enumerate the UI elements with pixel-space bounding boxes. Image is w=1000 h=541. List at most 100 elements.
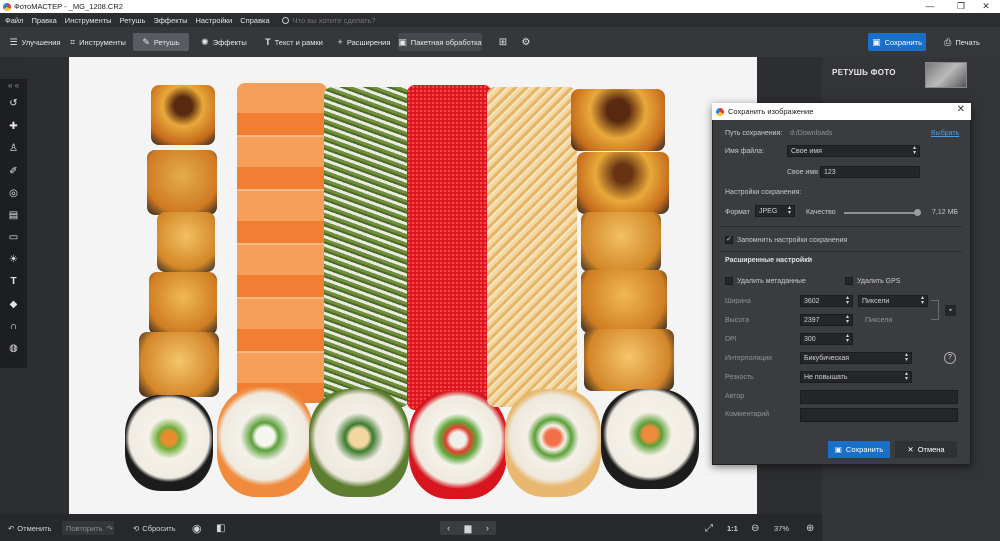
collapse-rail-icon[interactable]: « « [0,81,27,90]
format-select[interactable]: JPEG ▴ ▾ [755,205,795,217]
chevron-up-icon[interactable]: ⌃ [806,256,812,264]
width-input[interactable]: 3602 ▴ ▾ [800,295,853,307]
baked-roll [584,329,674,391]
photo-canvas[interactable] [69,57,757,514]
baked-roll [157,212,215,272]
healing-brush-icon[interactable]: ✚ [0,121,27,132]
sharpness-select[interactable]: Не повышать ▴ ▾ [800,371,912,383]
baked-roll [139,332,219,397]
custom-name-input[interactable]: 123 [820,166,920,178]
recover-tool-icon[interactable]: ↺ [0,98,27,109]
menu-file[interactable]: Файл [5,16,23,25]
menu-edit[interactable]: Правка [31,16,56,25]
fit-screen-icon[interactable]: ⤢ [705,521,713,535]
layer-settings-icon[interactable]: ⚙ [516,33,536,51]
folder-icon[interactable]: ▆ [465,523,472,534]
maki-roll [309,389,409,497]
panel-header-image [925,62,967,88]
text-tool-icon[interactable]: T [0,276,27,287]
tab-text-frames[interactable]: T Текст и рамки [258,33,330,51]
prev-file-icon[interactable]: ‹ [447,523,450,533]
menu-settings[interactable]: Настройки [195,16,232,25]
tab-effects[interactable]: ✺ Эффекты [194,33,254,51]
dialog-save-button[interactable]: ▣ Сохранить [828,441,890,458]
mask-tool-icon[interactable]: ◍ [0,343,27,354]
remember-settings-checkbox[interactable]: ✓ [725,236,733,244]
units-select[interactable]: Пиксели ▴ ▾ [858,295,928,307]
remove-metadata-checkbox[interactable] [725,277,733,285]
advanced-settings-header[interactable]: Расширенные настройки [725,257,812,264]
file-name-select[interactable]: Свое имя ▴ ▾ [787,145,920,157]
print-button[interactable]: ⎙ Печать [933,33,991,51]
tab-tools[interactable]: ⌗ Инструменты [66,33,130,51]
author-input[interactable] [800,390,958,404]
dpi-input[interactable]: 300 ▴ ▾ [800,333,853,345]
tab-improvements[interactable]: ☰ Улучшения [6,33,64,51]
preview-eye-icon[interactable]: ◉ [192,521,202,535]
tab-extensions[interactable]: + Расширения [333,33,395,51]
remove-gps-checkbox[interactable] [845,277,853,285]
light-tool-icon[interactable]: ☀ [0,254,27,265]
vignette-icon[interactable]: ▭ [0,232,27,243]
baked-roll [571,89,665,151]
text-icon: T [265,37,271,47]
next-file-icon[interactable]: › [486,523,489,533]
comment-input[interactable] [800,408,958,422]
stepper-icon[interactable]: ▴ ▾ [846,333,849,344]
close-dialog-icon[interactable]: ✕ [957,104,965,115]
redo-button[interactable]: Повторить ↷ [62,521,114,535]
magnet-tool-icon[interactable]: ∩ [0,321,27,332]
width-label: Ширина [725,298,751,305]
crop-icon: ⌗ [70,36,76,47]
add-layer-icon[interactable]: ⊞ [493,33,513,51]
maki-roll [217,387,313,497]
save-path-value: d:/Downloads [790,130,833,137]
stepper-icon[interactable]: ▴ ▾ [846,314,849,325]
dpi-label: DPI [725,336,737,343]
tempura-roll-row [487,87,577,407]
retouch-tool-rail: « « ↺ ✚ ♙ ✐ ◎ ▤ ▭ ☀ T ◆ ∩ ◍ [0,79,27,368]
maki-roll [409,391,507,499]
interpolation-select[interactable]: Бикубическая ▴ ▾ [800,352,912,364]
tab-retouch[interactable]: ✎ Ретушь [133,33,189,51]
brush-tool-icon[interactable]: ✐ [0,166,27,177]
height-input[interactable]: 2397 ▴ ▾ [800,314,853,326]
gradient-filter-icon[interactable]: ▤ [0,210,27,221]
slider-knob[interactable] [914,209,921,216]
help-icon[interactable]: ? [944,352,956,364]
batch-processing-button[interactable]: ▣ Пакетная обработка [398,33,482,51]
minimize-button[interactable]: — [916,0,944,13]
menu-tools[interactable]: Инструменты [65,16,112,25]
zoom-in-icon[interactable]: ⊕ [806,521,814,535]
stamp-tool-icon[interactable]: ♙ [0,143,27,154]
menu-effects[interactable]: Эффекты [153,16,187,25]
stepper-icon[interactable]: ▴ ▾ [846,295,849,306]
undo-button[interactable]: ↶ Отменить [8,521,52,535]
maki-roll [505,389,601,497]
zoom-out-icon[interactable]: ⊖ [751,521,759,535]
maximize-button[interactable]: ❐ [947,0,975,13]
radial-filter-icon[interactable]: ◎ [0,188,27,199]
close-window-button[interactable]: ✕ [972,0,1000,13]
reset-button[interactable]: ⟲ Сбросить [133,521,176,535]
browse-link[interactable]: Выбрать [931,130,959,137]
select-arrows-icon: ▴ ▾ [787,205,791,216]
file-size-value: 7,12 МБ [932,209,958,216]
search-input[interactable] [292,15,413,25]
lock-icon[interactable]: ▪ [945,305,956,316]
menu-retouch[interactable]: Ретушь [120,16,146,25]
menu-search [281,15,413,25]
reset-icon: ⟲ [133,523,140,533]
menu-help[interactable]: Справка [240,16,269,25]
dialog-title-bar: Сохранить изображение ✕ [712,103,971,120]
compare-icon[interactable]: ◧ [216,521,225,535]
comment-label: Комментарий [725,411,770,418]
save-button[interactable]: ▣ Сохранить [868,33,926,51]
file-name-label: Имя файла: [725,148,765,155]
quality-slider[interactable] [844,209,921,216]
baked-roll [149,272,217,335]
height-units-label: Пиксели [865,317,893,324]
actual-size-button[interactable]: 1:1 [727,521,738,535]
dialog-cancel-button[interactable]: ✕ Отмена [895,441,957,458]
fill-tool-icon[interactable]: ◆ [0,299,27,310]
